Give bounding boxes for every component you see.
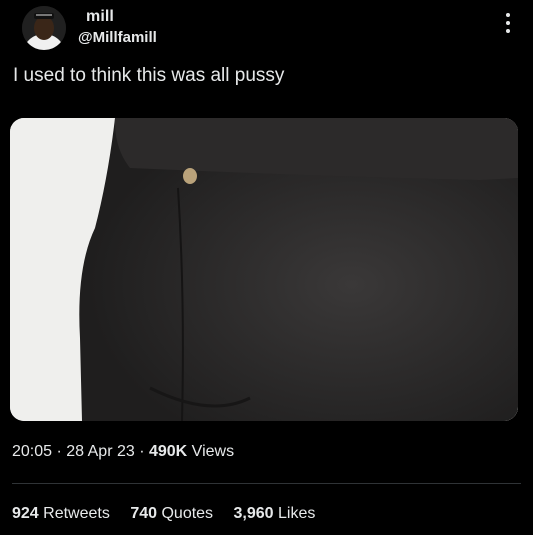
views-label: Views [187,443,235,460]
retweets-label: Retweets [43,505,110,522]
quotes-label: Quotes [161,505,214,522]
likes-stat[interactable]: 3,960 Likes [234,505,316,522]
user-handle[interactable]: @Millfamill [78,29,157,46]
avatar-image [22,6,66,50]
tweet-date[interactable]: 28 Apr 23 [66,443,135,460]
meta-separator: · [134,443,149,460]
media-photo [10,118,518,421]
tweet-stats: 924 Retweets 740 Quotes 3,960 Likes [12,505,331,523]
likes-count: 3,960 [233,505,274,522]
divider [12,483,521,484]
meta-separator: · [52,443,67,460]
quotes-count: 740 [130,505,158,522]
retweets-count: 924 [12,505,39,522]
likes-label: Likes [278,505,316,522]
tweet-time[interactable]: 20:05 [12,443,52,460]
display-name[interactable]: mill [86,8,114,26]
tweet-text: I used to think this was all pussy [13,65,285,86]
tweet-meta: 20:05 · 28 Apr 23 · 490K Views [12,443,234,461]
more-vertical-icon[interactable] [505,12,511,34]
tweet-media-image[interactable] [10,118,518,421]
retweets-stat[interactable]: 924 Retweets [12,505,110,522]
views-count: 490K [148,443,188,460]
quotes-stat[interactable]: 740 Quotes [130,505,213,522]
avatar[interactable] [22,6,66,50]
